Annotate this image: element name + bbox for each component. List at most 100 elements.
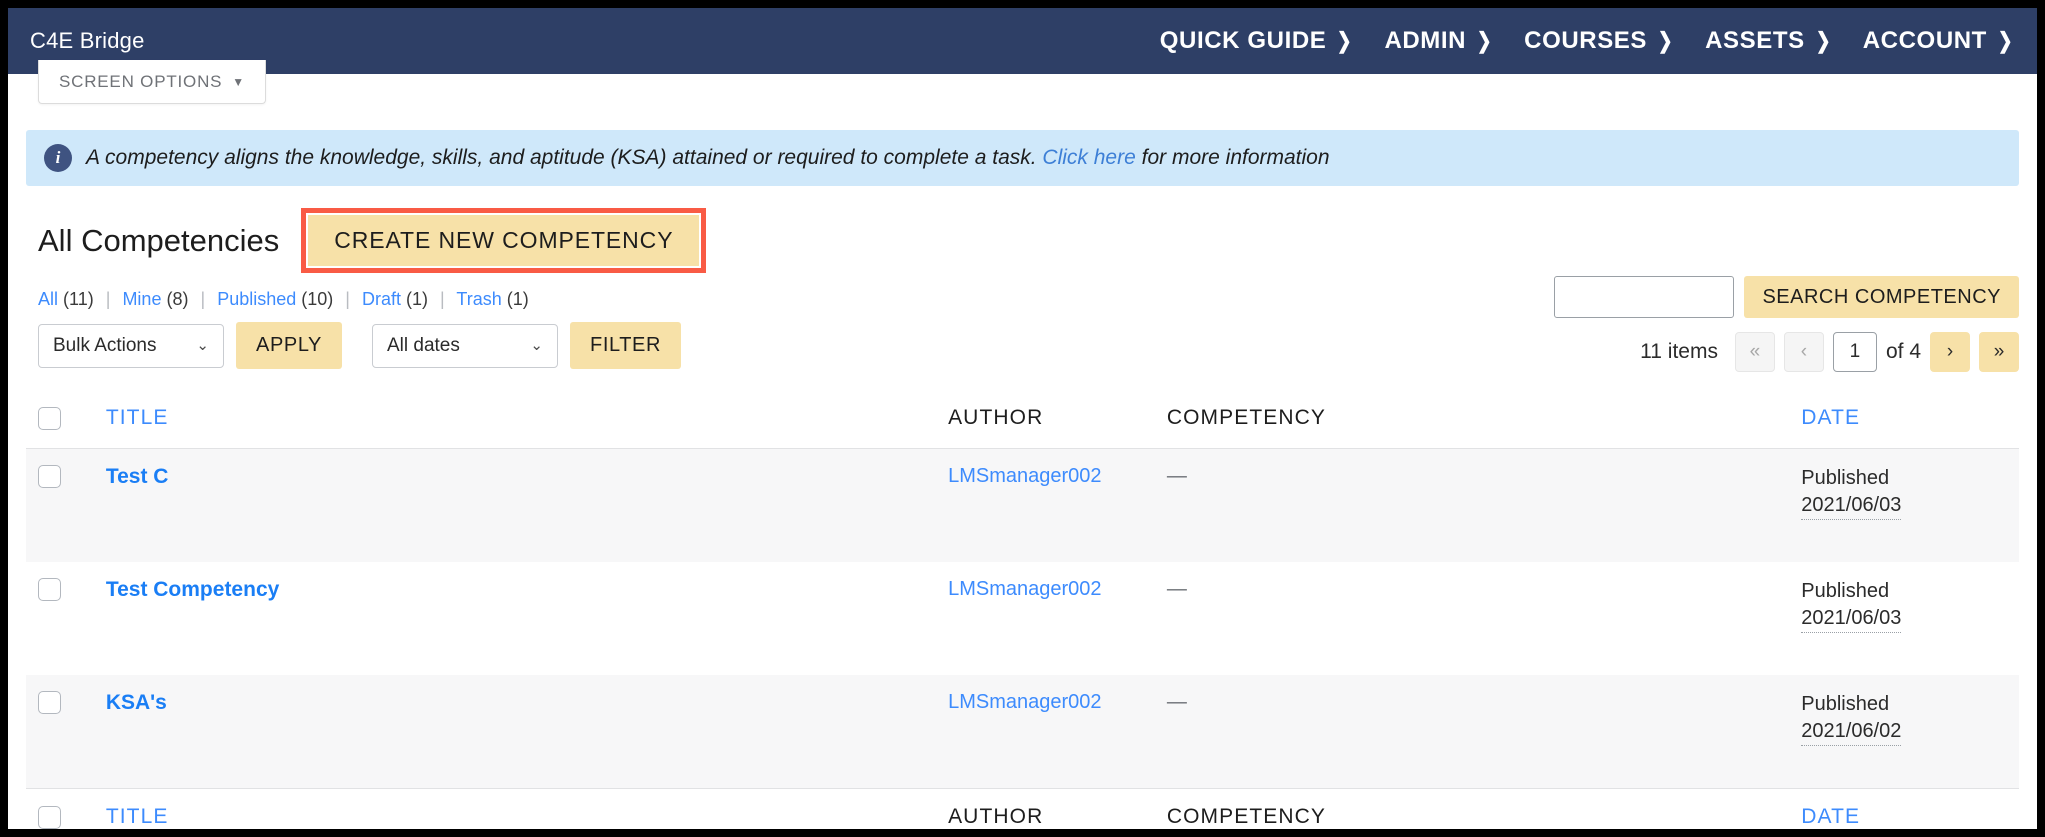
search-row: SEARCH COMPETENCY xyxy=(1554,276,2019,318)
screen-options-row: SCREEN OPTIONS ▼ xyxy=(8,60,2037,118)
date-value: 2021/06/03 xyxy=(1801,605,1902,633)
column-footer-date[interactable]: DATE xyxy=(1789,788,2019,829)
author-link[interactable]: LMSmanager002 xyxy=(948,578,1101,600)
nav-item-admin[interactable]: ADMIN ❯ xyxy=(1384,27,1494,55)
first-page-button-top: « xyxy=(1734,332,1775,372)
top-navigation-bar: C4E Bridge QUICK GUIDE ❯ ADMIN ❯ COURSES… xyxy=(8,8,2037,74)
filter-button[interactable]: FILTER xyxy=(570,322,682,369)
info-icon: i xyxy=(44,144,72,172)
competency-title-link[interactable]: Test Competency xyxy=(106,578,280,601)
author-link[interactable]: LMSmanager002 xyxy=(948,691,1101,713)
row-checkbox[interactable] xyxy=(38,691,61,715)
row-date-cell: Published 2021/06/02 xyxy=(1789,675,2019,789)
chevron-right-icon: ❯ xyxy=(1815,28,1831,53)
chevron-right-icon: ❯ xyxy=(1476,28,1493,53)
filter-separator: | xyxy=(105,289,111,309)
row-select-cell xyxy=(26,562,94,675)
dates-filter-select[interactable]: All dates ⌄ xyxy=(372,323,558,368)
table-head: TITLE AUTHOR COMPETENCY DATE xyxy=(26,394,2019,449)
column-header-competency: COMPETENCY xyxy=(1154,394,1790,449)
date-status: Published xyxy=(1801,693,1890,715)
column-header-title[interactable]: TITLE xyxy=(93,394,937,449)
table-row: Test C LMSmanager002 — Published 2021/06… xyxy=(26,448,2019,562)
competency-value: — xyxy=(1166,578,1187,600)
column-footer-author: AUTHOR xyxy=(936,788,1155,829)
search-competency-button[interactable]: SEARCH COMPETENCY xyxy=(1744,276,2019,318)
nav-label: COURSES xyxy=(1524,27,1648,54)
prev-page-button-top: ‹ xyxy=(1783,332,1824,372)
author-link[interactable]: LMSmanager002 xyxy=(948,465,1101,487)
nav-label: ACCOUNT xyxy=(1862,27,1987,54)
filter-link-mine[interactable]: Mine xyxy=(122,289,161,309)
next-page-button-top[interactable]: › xyxy=(1930,332,1970,372)
row-date-cell: Published 2021/06/03 xyxy=(1789,562,2019,675)
filter-separator: | xyxy=(200,289,206,309)
column-footer-title[interactable]: TITLE xyxy=(93,788,937,829)
filter-link-draft[interactable]: Draft xyxy=(362,289,401,309)
row-title-cell: Test C xyxy=(93,448,937,562)
chevron-right-icon: ❯ xyxy=(1337,28,1353,53)
row-author-cell: LMSmanager002 xyxy=(936,448,1155,562)
bulk-actions-value: Bulk Actions xyxy=(53,334,157,356)
browser-screen: C4E Bridge QUICK GUIDE ❯ ADMIN ❯ COURSES… xyxy=(0,0,2045,837)
notice-link[interactable]: Click here xyxy=(1042,146,1135,169)
chevron-down-icon: ⌄ xyxy=(196,337,209,354)
date-value: 2021/06/02 xyxy=(1801,718,1902,746)
nav-item-assets[interactable]: ASSETS ❯ xyxy=(1705,27,1833,55)
select-all-checkbox-bottom[interactable] xyxy=(38,805,61,829)
table-nav-top-left: Bulk Actions ⌄ APPLY All dates ⌄ FILTER xyxy=(38,322,682,369)
site-brand[interactable]: C4E Bridge xyxy=(30,28,145,54)
row-competency-cell: — xyxy=(1155,562,1789,675)
apply-button-top[interactable]: APPLY xyxy=(236,322,342,369)
row-title-cell: KSA's xyxy=(93,675,937,789)
dates-filter-value: All dates xyxy=(387,334,460,356)
current-page-input-top[interactable] xyxy=(1832,332,1877,372)
select-all-footer xyxy=(26,788,94,829)
filter-count-all: (11) xyxy=(63,289,94,309)
nav-item-courses[interactable]: COURSES ❯ xyxy=(1524,27,1675,55)
competency-title-link[interactable]: Test C xyxy=(106,465,169,488)
chevron-down-icon: ⌄ xyxy=(530,337,543,354)
select-all-checkbox-top[interactable] xyxy=(38,406,61,430)
nav-item-account[interactable]: ACCOUNT ❯ xyxy=(1863,27,2015,55)
chevron-down-icon: ▼ xyxy=(232,75,245,89)
page-header-row: All Competencies CREATE NEW COMPETENCY xyxy=(8,186,2037,273)
create-button-highlight: CREATE NEW COMPETENCY xyxy=(301,208,707,273)
filter-link-all[interactable]: All xyxy=(38,289,58,309)
table-body: Test C LMSmanager002 — Published 2021/06… xyxy=(26,448,2019,789)
search-input[interactable] xyxy=(1554,276,1735,318)
competencies-table: TITLE AUTHOR COMPETENCY DATE Test C LMSm… xyxy=(26,394,2019,829)
table-foot: TITLE AUTHOR COMPETENCY DATE xyxy=(26,788,2019,829)
table-row: KSA's LMSmanager002 — Published 2021/06/… xyxy=(26,675,2019,789)
filter-count-mine: (8) xyxy=(166,289,189,309)
column-header-date[interactable]: DATE xyxy=(1789,394,2019,449)
table-header-row: TITLE AUTHOR COMPETENCY DATE xyxy=(26,394,2019,449)
total-pages-top: of 4 xyxy=(1885,340,1921,363)
row-checkbox[interactable] xyxy=(38,465,61,489)
competency-value: — xyxy=(1166,465,1187,487)
row-checkbox[interactable] xyxy=(38,578,61,602)
date-status: Published xyxy=(1801,467,1890,489)
row-competency-cell: — xyxy=(1154,448,1790,562)
filter-link-trash[interactable]: Trash xyxy=(456,289,501,309)
page-title: All Competencies xyxy=(38,222,280,258)
create-new-competency-button[interactable]: CREATE NEW COMPETENCY xyxy=(308,215,700,266)
row-title-cell: Test Competency xyxy=(94,562,936,675)
notice-text-before: A competency aligns the knowledge, skill… xyxy=(86,146,1043,170)
filter-link-published[interactable]: Published xyxy=(217,289,296,309)
select-all-header xyxy=(26,394,94,449)
nav-label: ADMIN xyxy=(1384,27,1467,54)
date-status: Published xyxy=(1801,580,1890,602)
chevron-right-icon: ❯ xyxy=(1657,28,1674,53)
row-select-cell xyxy=(26,675,94,789)
info-notice-text: A competency aligns the knowledge, skill… xyxy=(86,145,1330,170)
bulk-actions-select-top[interactable]: Bulk Actions ⌄ xyxy=(38,323,224,368)
date-value: 2021/06/03 xyxy=(1801,492,1902,520)
notice-text-after: for more information xyxy=(1135,146,1330,170)
filter-separator: | xyxy=(345,289,350,309)
competency-title-link[interactable]: KSA's xyxy=(106,691,167,714)
last-page-button-top[interactable]: » xyxy=(1979,332,2019,372)
nav-item-quick-guide[interactable]: QUICK GUIDE ❯ xyxy=(1160,27,1355,55)
filter-separator: | xyxy=(440,289,445,309)
screen-options-button[interactable]: SCREEN OPTIONS ▼ xyxy=(38,60,266,104)
